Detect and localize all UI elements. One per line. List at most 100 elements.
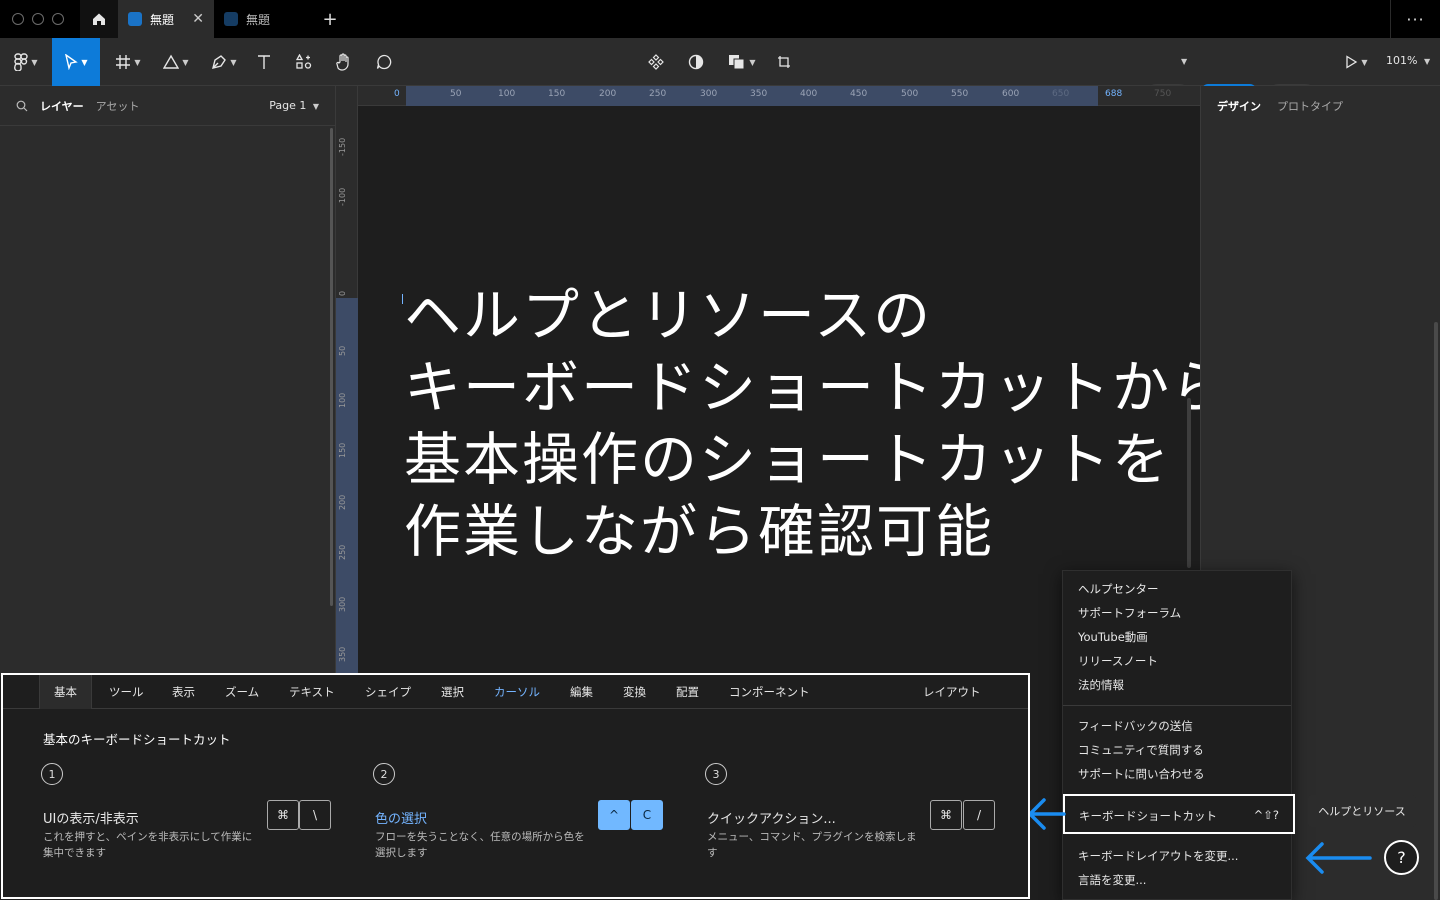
crop-button[interactable] xyxy=(772,38,796,86)
minimize-window-button[interactable] xyxy=(32,13,44,25)
file-tab-1[interactable]: 無題 ✕ xyxy=(118,0,214,38)
home-button[interactable] xyxy=(80,0,118,38)
main-menu-button[interactable]: ▼ xyxy=(6,38,46,86)
tab-layers[interactable]: レイヤー xyxy=(40,98,84,114)
ruler-tick: 150 xyxy=(338,442,347,458)
layers-panel: レイヤー アセット Page 1 ▼ xyxy=(0,86,336,676)
shortcut-description: メニュー、コマンド、プラグインを検索します xyxy=(707,831,917,859)
tab-basic[interactable]: 基本 xyxy=(39,675,92,709)
tab-design[interactable]: デザイン xyxy=(1217,98,1261,114)
headline-line: ヘルプとリソースの xyxy=(404,283,933,349)
shortcut-category-tabs: 基本 ツール 表示 ズーム テキスト シェイプ 選択 カーソル 編集 変換 配置… xyxy=(3,675,1028,709)
shortcut-name: 色の選択 xyxy=(375,812,428,827)
headline-line: キーボードショートカットから xyxy=(404,355,1230,421)
ruler-tick: 650 xyxy=(1052,89,1070,99)
menu-item-release-notes[interactable]: リリースノート xyxy=(1078,653,1158,669)
layers-panel-header: レイヤー アセット Page 1 ▼ xyxy=(0,86,335,126)
ruler-tick: 450 xyxy=(850,89,868,99)
menu-item-shortcut: ^⇧? xyxy=(1253,808,1279,822)
tab-text[interactable]: テキスト xyxy=(289,684,335,700)
shape-tool-button[interactable]: ▼ xyxy=(156,38,196,86)
present-button[interactable]: ▼ xyxy=(1338,38,1374,86)
ruler-tick: 250 xyxy=(338,544,347,560)
menu-item-contact-support[interactable]: サポートに問い合わせる xyxy=(1078,766,1205,782)
ruler-tick: 250 xyxy=(649,89,667,99)
text-tool-button[interactable] xyxy=(252,38,276,86)
canvas-text-layer[interactable]: ヘルプとリソースの キーボードショートカットから 基本操作のショートカットを 作… xyxy=(404,280,1304,568)
shortcut-description: フローを失うことなく、任意の場所から色を選択します xyxy=(375,831,585,859)
resources-button[interactable] xyxy=(290,38,318,86)
file-tab-label: 無題 xyxy=(246,12,271,27)
tab-components[interactable]: コンポーネント xyxy=(729,684,810,700)
component-button[interactable] xyxy=(644,38,668,86)
ruler-tick: 200 xyxy=(599,89,617,99)
tab-transform[interactable]: 変換 xyxy=(623,684,646,700)
boolean-ops-button[interactable]: ▼ xyxy=(724,38,760,86)
pen-icon xyxy=(212,55,227,69)
tab-assets[interactable]: アセット xyxy=(96,98,140,114)
page-selector-label: Page 1 xyxy=(269,99,307,112)
toolbar: ▼ ▼ ▼ ▼ ▼ ▼ 瞳美 ▼ 共有 </> xyxy=(0,38,1440,114)
menu-item-label: キーボードショートカット xyxy=(1079,809,1217,823)
headline-line: 基本操作のショートカットを xyxy=(404,427,1171,493)
step-number-badge: 1 xyxy=(41,763,63,785)
tab-cursor[interactable]: カーソル xyxy=(494,684,540,700)
mask-button[interactable] xyxy=(684,38,708,86)
more-menu-button[interactable]: ··· xyxy=(1390,0,1440,38)
boolean-union-icon xyxy=(729,55,745,70)
menu-item-feedback[interactable]: フィードバックの送信 xyxy=(1078,718,1193,734)
component-icon xyxy=(648,54,664,70)
layers-scrollbar[interactable] xyxy=(330,128,333,606)
file-tab-2[interactable]: 無題 xyxy=(214,0,310,38)
crop-icon xyxy=(778,56,790,68)
page-selector[interactable]: Page 1 ▼ xyxy=(269,99,319,112)
zoom-level[interactable]: 101% ▼ xyxy=(1386,54,1430,67)
comment-tool-button[interactable] xyxy=(370,38,398,86)
frame-icon xyxy=(116,55,131,69)
vertical-ruler: -150 -100 0 50 100 150 200 250 300 350 xyxy=(336,86,358,676)
menu-item-language[interactable]: 言語を変更... xyxy=(1078,872,1146,888)
zoom-value: 101% xyxy=(1386,54,1418,67)
tab-prototype[interactable]: プロトタイプ xyxy=(1277,98,1343,114)
ruler-tick: 688 xyxy=(1105,89,1123,99)
contrast-icon xyxy=(688,54,704,70)
help-button[interactable]: ? xyxy=(1384,840,1419,875)
pen-tool-button[interactable]: ▼ xyxy=(204,38,244,86)
play-icon xyxy=(1346,55,1358,69)
menu-item-support-forum[interactable]: サポートフォーラム xyxy=(1078,605,1181,621)
tab-view[interactable]: 表示 xyxy=(172,684,195,700)
canvas-scrollbar[interactable] xyxy=(1187,398,1191,568)
ruler-tick: 100 xyxy=(498,89,516,99)
menu-item-legal[interactable]: 法的情報 xyxy=(1078,677,1124,693)
ruler-tick: 550 xyxy=(951,89,969,99)
tab-edit[interactable]: 編集 xyxy=(570,684,593,700)
hand-tool-button[interactable] xyxy=(330,38,358,86)
ruler-tick: 750 xyxy=(1154,89,1172,99)
menu-item-community[interactable]: コミュニティで質問する xyxy=(1078,742,1204,758)
headline-line: 作業しながら確認可能 xyxy=(404,499,994,565)
move-tool-button[interactable]: ▼ xyxy=(52,38,100,86)
new-tab-button[interactable]: + xyxy=(310,0,350,38)
tab-shape[interactable]: シェイプ xyxy=(365,684,411,700)
close-tab-icon[interactable]: ✕ xyxy=(192,11,204,27)
close-window-button[interactable] xyxy=(12,13,24,25)
tab-layout[interactable]: レイアウト xyxy=(923,684,981,700)
tab-selection[interactable]: 選択 xyxy=(441,684,464,700)
ruler-tick: 350 xyxy=(338,646,347,662)
tab-tools[interactable]: ツール xyxy=(109,684,144,700)
menu-item-help-center[interactable]: ヘルプセンター xyxy=(1078,581,1159,597)
tab-arrange[interactable]: 配置 xyxy=(676,684,699,700)
help-tooltip: ヘルプとリソース xyxy=(1308,795,1416,833)
frame-tool-button[interactable]: ▼ xyxy=(108,38,148,86)
menu-item-youtube[interactable]: YouTube動画 xyxy=(1078,629,1148,645)
step-number-badge: 3 xyxy=(705,763,727,785)
maximize-window-button[interactable] xyxy=(52,13,64,25)
properties-scrollbar[interactable] xyxy=(1434,322,1438,900)
menu-item-keyboard-layout[interactable]: キーボードレイアウトを変更... xyxy=(1078,848,1238,864)
menu-item-keyboard-shortcuts[interactable]: キーボードショートカット ^⇧? xyxy=(1063,794,1295,834)
home-icon xyxy=(93,13,105,25)
search-icon[interactable] xyxy=(16,100,28,112)
properties-panel-header: デザイン プロトタイプ xyxy=(1201,86,1440,126)
ruler-tick: 500 xyxy=(901,89,919,99)
tab-zoom[interactable]: ズーム xyxy=(225,684,259,700)
